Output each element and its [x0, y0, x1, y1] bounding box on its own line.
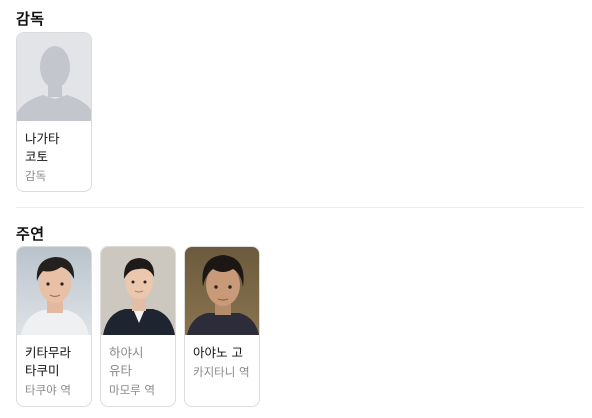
person-role: 타쿠야 역 [25, 383, 71, 397]
person-role: 감독 [25, 169, 47, 183]
person-name: 하야시 유타 [109, 345, 144, 378]
person-role: 카지타니 역 [193, 365, 250, 379]
person-name: 아야노 고 [193, 345, 243, 360]
person-card-cast-3[interactable]: 아야노 고 카지타니 역 [184, 246, 260, 407]
person-role: 마모루 역 [109, 383, 155, 397]
default-avatar-icon [17, 33, 91, 121]
person-card-cast-2[interactable]: 하야시 유타 마모루 역 [100, 246, 176, 407]
cast-list: 키타무라 타쿠미 타쿠야 역 하야시 유타 마모루 역 아야노 고 카지타니 역 [16, 246, 260, 407]
actor-photo [17, 247, 91, 335]
person-name: 키타무라 타쿠미 [25, 345, 72, 378]
director-list: 나가타 코토 감독 [16, 32, 92, 192]
actor-photo [101, 247, 175, 335]
person-name: 나가타 코토 [25, 131, 60, 164]
section-title-cast: 주연 [16, 225, 45, 243]
actor-photo [185, 247, 259, 335]
section-title-director: 감독 [16, 10, 45, 28]
person-card-cast-1[interactable]: 키타무라 타쿠미 타쿠야 역 [16, 246, 92, 407]
section-divider [16, 207, 584, 208]
person-card-director[interactable]: 나가타 코토 감독 [16, 32, 92, 192]
